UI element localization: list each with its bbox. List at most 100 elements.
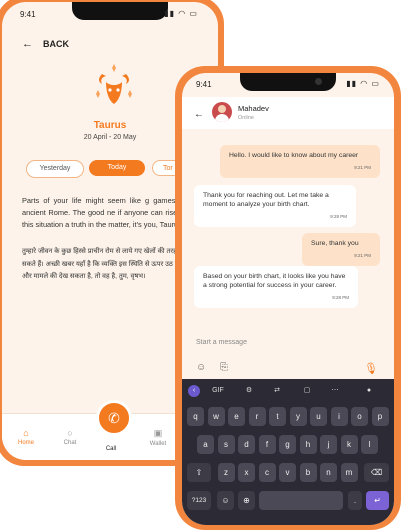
translate-icon[interactable]: ⇄: [270, 385, 284, 397]
arrow-left-icon: ←: [22, 38, 33, 50]
key[interactable]: k: [340, 435, 358, 454]
keyboard: ‹ GIF ⚙ ⇄ ▢ ⋯ ● q w e r t y u i o p a s: [182, 379, 394, 525]
more-icon[interactable]: ⋯: [328, 385, 342, 397]
message-input[interactable]: Start a message: [192, 339, 384, 353]
emoji-key[interactable]: ☺: [217, 491, 234, 510]
nav-chat[interactable]: ○ Chat: [50, 428, 90, 446]
key[interactable]: j: [320, 435, 337, 454]
key[interactable]: l: [361, 435, 378, 454]
key[interactable]: s: [217, 435, 235, 454]
key[interactable]: w: [207, 407, 225, 426]
key[interactable]: e: [228, 407, 245, 426]
sticker-icon[interactable]: ▢: [300, 385, 314, 397]
notch: [72, 2, 168, 20]
key[interactable]: t: [269, 407, 286, 426]
message-text: Sure, thank you: [311, 240, 359, 247]
voice-icon[interactable]: ●: [362, 385, 376, 397]
status-icons: ▮▮ ◠ ▭: [346, 79, 380, 88]
nav-home-label: Home: [17, 440, 34, 446]
avatar[interactable]: [212, 102, 232, 122]
message-time: 9:28 PM: [332, 295, 349, 300]
camera: [315, 78, 322, 85]
home-icon: ⌂: [23, 428, 29, 438]
key-row-3: ⇧ z x c v b n m ⌫: [182, 463, 394, 483]
attach-icon[interactable]: ⎘: [220, 362, 228, 373]
backspace-key[interactable]: ⌫: [364, 463, 389, 482]
call-button[interactable]: ✆: [96, 400, 132, 436]
arrow-left-icon[interactable]: ←: [194, 109, 204, 120]
gif-button[interactable]: GIF: [208, 385, 228, 397]
message-sent: Sure, thank you 9:21 PM: [302, 233, 380, 266]
emoji-icon: ☺: [221, 496, 230, 505]
key[interactable]: g: [279, 435, 296, 454]
front-phone-frame: 9:41 ▮▮ ◠ ▭ ← Mahadev Online Hello. I wo…: [175, 66, 401, 530]
key[interactable]: x: [238, 463, 255, 482]
symbols-key[interactable]: ?123: [187, 491, 211, 510]
chat-screen: 9:41 ▮▮ ◠ ▭ ← Mahadev Online Hello. I wo…: [182, 73, 394, 525]
status-icons: ▮▮ ◠ ▭: [164, 9, 198, 18]
notch: [240, 73, 336, 91]
key[interactable]: y: [289, 407, 307, 426]
enter-key[interactable]: ↵: [366, 491, 389, 510]
taurus-icon: [96, 64, 132, 104]
status-time: 9:41: [20, 10, 36, 19]
nav-call-label: Call: [105, 446, 117, 452]
key[interactable]: a: [197, 435, 214, 454]
message-sent: Hello. I would like to know about my car…: [220, 145, 380, 178]
enter-icon: ↵: [374, 496, 381, 505]
key[interactable]: d: [238, 435, 255, 454]
message-text: Hello. I would like to know about my car…: [229, 152, 359, 159]
shift-key[interactable]: ⇧: [187, 463, 211, 482]
key-row-4: ?123 ☺ ⊕ . ↵: [182, 491, 394, 511]
nav-wallet[interactable]: ▣ Wallet: [138, 428, 178, 447]
message-received: Thank you for reaching out. Let me take …: [194, 185, 356, 227]
key[interactable]: m: [340, 463, 358, 482]
status-time: 9:41: [196, 80, 212, 89]
key[interactable]: z: [217, 463, 235, 482]
back-button[interactable]: ← BACK: [22, 38, 69, 50]
period-key[interactable]: .: [348, 491, 362, 510]
key[interactable]: u: [310, 407, 327, 426]
microphone-icon[interactable]: 🎙: [364, 362, 378, 375]
key[interactable]: p: [371, 407, 389, 426]
message-received: Based on your birth chart, it looks like…: [194, 266, 358, 308]
key[interactable]: f: [258, 435, 276, 454]
key[interactable]: i: [330, 407, 348, 426]
key[interactable]: c: [258, 463, 276, 482]
nav-call[interactable]: Call: [91, 446, 131, 452]
tab-yesterday[interactable]: Yesterday: [26, 160, 84, 178]
message-time: 9:28 PM: [330, 214, 347, 219]
wallet-icon: ▣: [153, 428, 163, 438]
emoji-icon[interactable]: ☺: [196, 362, 206, 373]
key[interactable]: n: [320, 463, 337, 482]
backspace-icon: ⌫: [370, 468, 383, 477]
settings-icon[interactable]: ⚙: [242, 385, 256, 397]
key[interactable]: r: [248, 407, 266, 426]
space-key[interactable]: [259, 491, 343, 510]
chat-header: ← Mahadev Online: [182, 97, 394, 129]
input-placeholder: Start a message: [196, 339, 247, 346]
contact-status: Online: [238, 115, 254, 121]
message-time: 9:21 PM: [354, 253, 371, 258]
keyboard-back-icon[interactable]: ‹: [188, 385, 200, 397]
tab-today[interactable]: Today: [89, 160, 145, 176]
language-key[interactable]: ⊕: [238, 491, 255, 510]
key[interactable]: v: [279, 463, 296, 482]
message-time: 9:21 PM: [354, 165, 371, 170]
shift-icon: ⇧: [195, 468, 203, 477]
horoscope-text-english: Parts of your life might seem like g gam…: [22, 196, 200, 229]
globe-icon: ⊕: [243, 496, 250, 505]
message-text: Thank you for reaching out. Let me take …: [203, 192, 329, 208]
nav-chat-label: Chat: [63, 440, 77, 446]
message-text: Based on your birth chart, it looks like…: [203, 273, 346, 289]
nav-home[interactable]: ⌂ Home: [6, 428, 46, 446]
phone-icon: ✆: [108, 410, 120, 426]
key[interactable]: o: [351, 407, 368, 426]
contact-name: Mahadev: [238, 104, 269, 113]
key[interactable]: b: [299, 463, 317, 482]
key[interactable]: h: [299, 435, 317, 454]
horoscope-text-hindi: तुम्हारे जीवन के कुछ हिस्से प्राचीन रोम …: [22, 248, 196, 280]
key-row-2: a s d f g h j k l: [182, 435, 394, 455]
nav-wallet-label: Wallet: [149, 441, 167, 447]
key[interactable]: q: [187, 407, 204, 426]
